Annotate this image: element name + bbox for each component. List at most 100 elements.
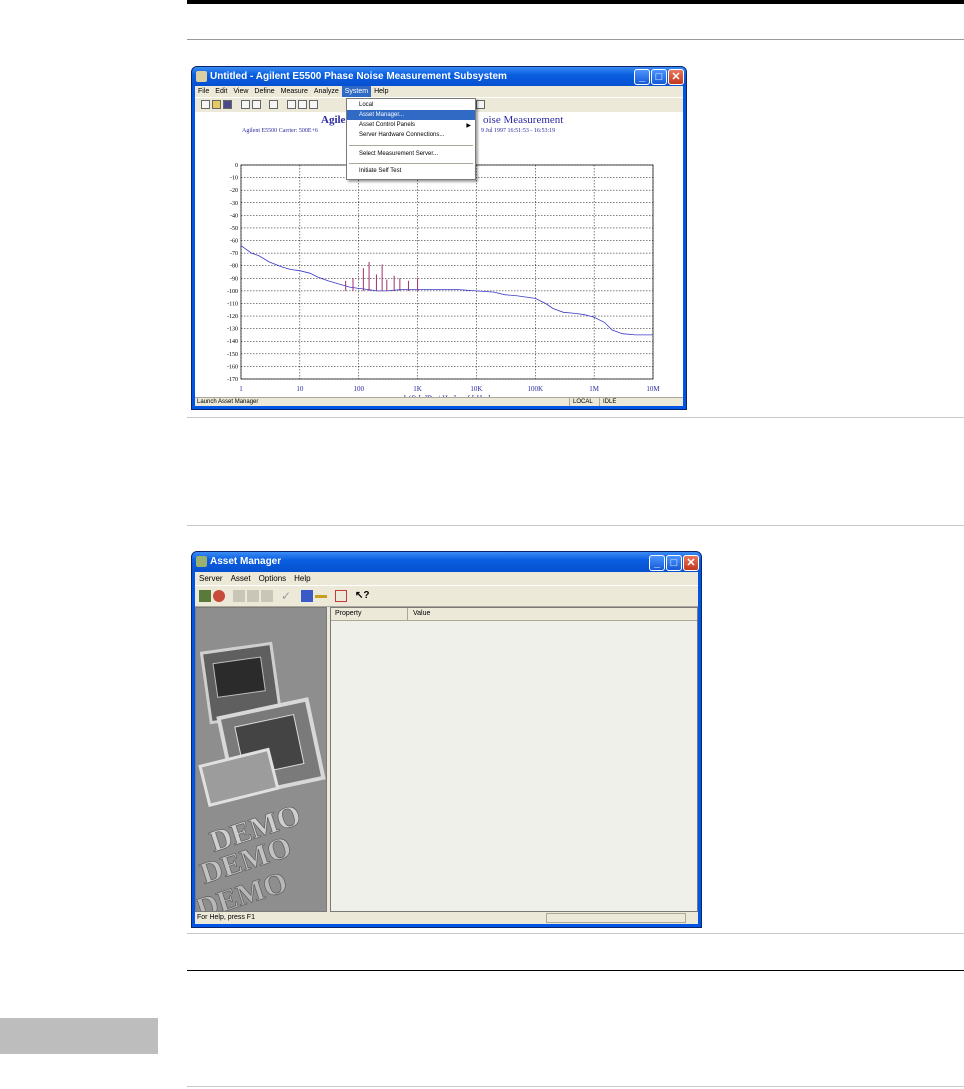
- menu-item-asset-control-panels[interactable]: Asset Control Panels: [347, 120, 475, 130]
- settings-icon[interactable]: [309, 100, 318, 109]
- y-tick-label: -120: [227, 314, 238, 320]
- status-panel: [546, 913, 686, 923]
- section-rule: [187, 970, 964, 971]
- minimize-icon: _: [653, 557, 661, 569]
- maximize-button[interactable]: □: [651, 69, 667, 85]
- x-tick-label: 10: [296, 385, 304, 393]
- x-tick-label: 1K: [413, 385, 422, 393]
- system-menu-dropdown: Local Asset Manager... Asset Control Pan…: [346, 98, 476, 180]
- properties-icon[interactable]: [301, 590, 313, 602]
- y-tick-label: -170: [227, 377, 238, 383]
- menu-help[interactable]: Help: [371, 86, 391, 97]
- y-tick-label: -30: [230, 201, 238, 207]
- title-bar[interactable]: Asset Manager _ □ ✕: [192, 552, 701, 572]
- menu-help[interactable]: Help: [290, 572, 314, 585]
- menu-item-asset-manager[interactable]: Asset Manager...: [347, 110, 475, 120]
- asset-tree-panel[interactable]: DEMO DEMO DEMO: [195, 607, 327, 912]
- menu-item-select-server[interactable]: Select Measurement Server...: [347, 149, 475, 159]
- copy-icon[interactable]: [298, 100, 307, 109]
- close-button[interactable]: ✕: [668, 69, 684, 85]
- remove-asset-icon[interactable]: [247, 590, 259, 602]
- y-tick-label: -70: [230, 251, 238, 257]
- y-tick-label: -20: [230, 188, 238, 194]
- menu-file[interactable]: File: [195, 86, 212, 97]
- close-button[interactable]: ✕: [683, 555, 699, 571]
- divider-3: [187, 525, 964, 526]
- menu-view[interactable]: View: [230, 86, 251, 97]
- bottom-rule: [187, 1086, 964, 1087]
- menu-measure[interactable]: Measure: [278, 86, 311, 97]
- connect-icon[interactable]: [199, 590, 211, 602]
- y-tick-label: -80: [230, 264, 238, 270]
- app-icon: [196, 71, 207, 82]
- chart-title-right: oise Measurement: [483, 114, 563, 126]
- menu-item-server-hardware[interactable]: Server Hardware Connections...: [347, 130, 475, 140]
- y-tick-label: -100: [227, 289, 238, 295]
- menu-asset[interactable]: Asset: [227, 572, 255, 585]
- new-icon[interactable]: [201, 100, 210, 109]
- status-local: LOCAL: [569, 398, 593, 406]
- help-icon[interactable]: [476, 100, 485, 109]
- menu-options[interactable]: Options: [255, 572, 291, 585]
- submenu-arrow-icon: ▶: [466, 123, 471, 129]
- maximize-icon: □: [655, 71, 663, 83]
- divider-2: [187, 417, 964, 418]
- status-bar: For Help, press F1: [195, 912, 698, 924]
- noise-trace: [240, 245, 653, 336]
- y-tick-label: -60: [230, 239, 238, 245]
- save-icon[interactable]: [223, 100, 232, 109]
- y-tick-label: -130: [227, 327, 238, 333]
- menu-separator: [349, 145, 473, 146]
- column-value[interactable]: Value: [409, 608, 430, 620]
- status-idle: IDLE: [599, 398, 616, 406]
- open-icon[interactable]: [212, 100, 221, 109]
- y-tick-label: 0: [235, 163, 238, 169]
- plot-frame: [240, 164, 654, 380]
- client-area: Server Asset Options Help ✓ ↖? DEMO DEMO…: [195, 572, 698, 924]
- title-bar[interactable]: Untitled - Agilent E5500 Phase Noise Mea…: [192, 67, 686, 86]
- menu-system[interactable]: System: [341, 86, 372, 97]
- disconnect-icon[interactable]: [213, 590, 225, 602]
- property-list[interactable]: Property Value: [330, 607, 698, 912]
- y-tick-label: -110: [227, 301, 238, 307]
- window-title: Asset Manager: [210, 556, 282, 567]
- asset-manager-icon: [196, 556, 207, 567]
- demo-graphic: DEMO DEMO DEMO: [196, 608, 326, 911]
- x-tick-label: 10M: [646, 385, 660, 393]
- y-tick-label: -90: [230, 276, 238, 282]
- add-asset-icon[interactable]: [233, 590, 245, 602]
- check-icon[interactable]: ✓: [281, 590, 293, 602]
- chart-subtitle-right: 9 Jul 1997 16:51:53 - 16:53:19: [481, 128, 555, 134]
- column-property[interactable]: Property: [331, 608, 408, 620]
- x-tick-label: 1M: [589, 385, 600, 393]
- print-preview-icon[interactable]: [252, 100, 261, 109]
- toolbar: ✓ ↖?: [195, 585, 698, 607]
- menu-separator: [349, 163, 473, 164]
- divider-4: [187, 933, 964, 934]
- link-icon[interactable]: [315, 595, 327, 599]
- minimize-icon: _: [638, 71, 646, 83]
- menu-define[interactable]: Define: [251, 86, 277, 97]
- print-icon[interactable]: [241, 100, 250, 109]
- x-tick-label: 100K: [528, 385, 544, 393]
- menu-server[interactable]: Server: [195, 572, 227, 585]
- context-help-icon[interactable]: ↖?: [355, 590, 370, 602]
- y-tick-label: -140: [227, 339, 238, 345]
- refresh-icon[interactable]: [335, 590, 347, 602]
- y-tick-label: -50: [230, 226, 238, 232]
- menu-analyze[interactable]: Analyze: [311, 86, 342, 97]
- menu-item-local[interactable]: Local: [347, 100, 475, 110]
- close-icon: ✕: [671, 71, 681, 83]
- y-tick-label: -160: [227, 364, 238, 370]
- maximize-button[interactable]: □: [666, 555, 682, 571]
- graph-icon[interactable]: [269, 100, 278, 109]
- menu-item-self-test[interactable]: Initiate Self Test: [347, 166, 475, 176]
- y-tick-label: -10: [230, 176, 238, 182]
- minimize-button[interactable]: _: [634, 69, 650, 85]
- menu-edit[interactable]: Edit: [212, 86, 230, 97]
- maximize-icon: □: [670, 557, 678, 569]
- delete-icon[interactable]: [261, 590, 273, 602]
- top-rule: [187, 0, 964, 4]
- minimize-button[interactable]: _: [649, 555, 665, 571]
- zoom-icon[interactable]: [287, 100, 296, 109]
